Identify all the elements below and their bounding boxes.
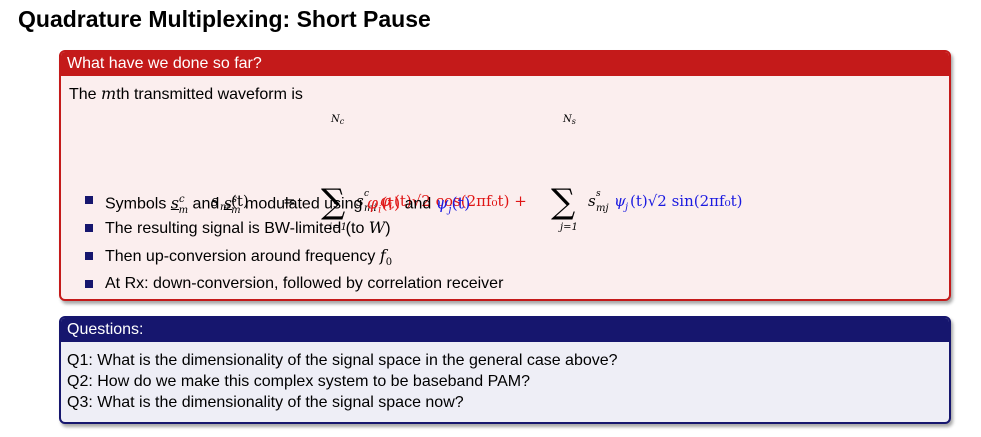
questions-block: Questions: Q1: What is the dimensionalit…: [59, 316, 951, 424]
sum2-upper: Ns: [562, 114, 576, 126]
coef-s-s: s: [588, 192, 596, 210]
term2-rest: (t)√2 sin(2πf₀t): [630, 192, 742, 210]
bullet-square-icon: [85, 196, 93, 204]
question-3: Q3: What is the dimensionality of the si…: [67, 394, 464, 411]
bullet-rx: At Rx: down-conversion, followed by corr…: [85, 270, 503, 298]
question-1: Q1: What is the dimensionality of the si…: [67, 352, 618, 369]
summary-bullets: Symbols scm and ssm modulated using φi(t…: [85, 186, 503, 298]
svg-text:s: s: [596, 189, 601, 199]
bullet-square-icon: [85, 252, 93, 260]
questions-block-header: Questions:: [61, 318, 949, 342]
bullet-bw-limited: The resulting signal is BW-limited (to W…: [85, 214, 503, 242]
sum1-upper: Nc: [330, 114, 345, 126]
bullet-square-icon: [85, 280, 93, 288]
summary-block-header: What have we done so far?: [61, 52, 949, 76]
intro-text: The mth transmitted waveform is: [69, 84, 303, 103]
question-2: Q2: How do we make this complex system t…: [67, 373, 531, 390]
summary-block: What have we done so far? The mth transm…: [59, 50, 951, 301]
svg-text:mj: mj: [596, 203, 609, 214]
sum2-lower: j=1: [558, 222, 578, 233]
slide-title: Quadrature Multiplexing: Short Pause: [18, 6, 431, 32]
sum2-sigma: ∑: [551, 182, 575, 222]
bullet-symbols: Symbols scm and ssm modulated using φi(t…: [85, 186, 503, 216]
bullet-up-conversion: Then up-conversion around frequency f0: [85, 242, 503, 270]
bullet-square-icon: [85, 224, 93, 232]
